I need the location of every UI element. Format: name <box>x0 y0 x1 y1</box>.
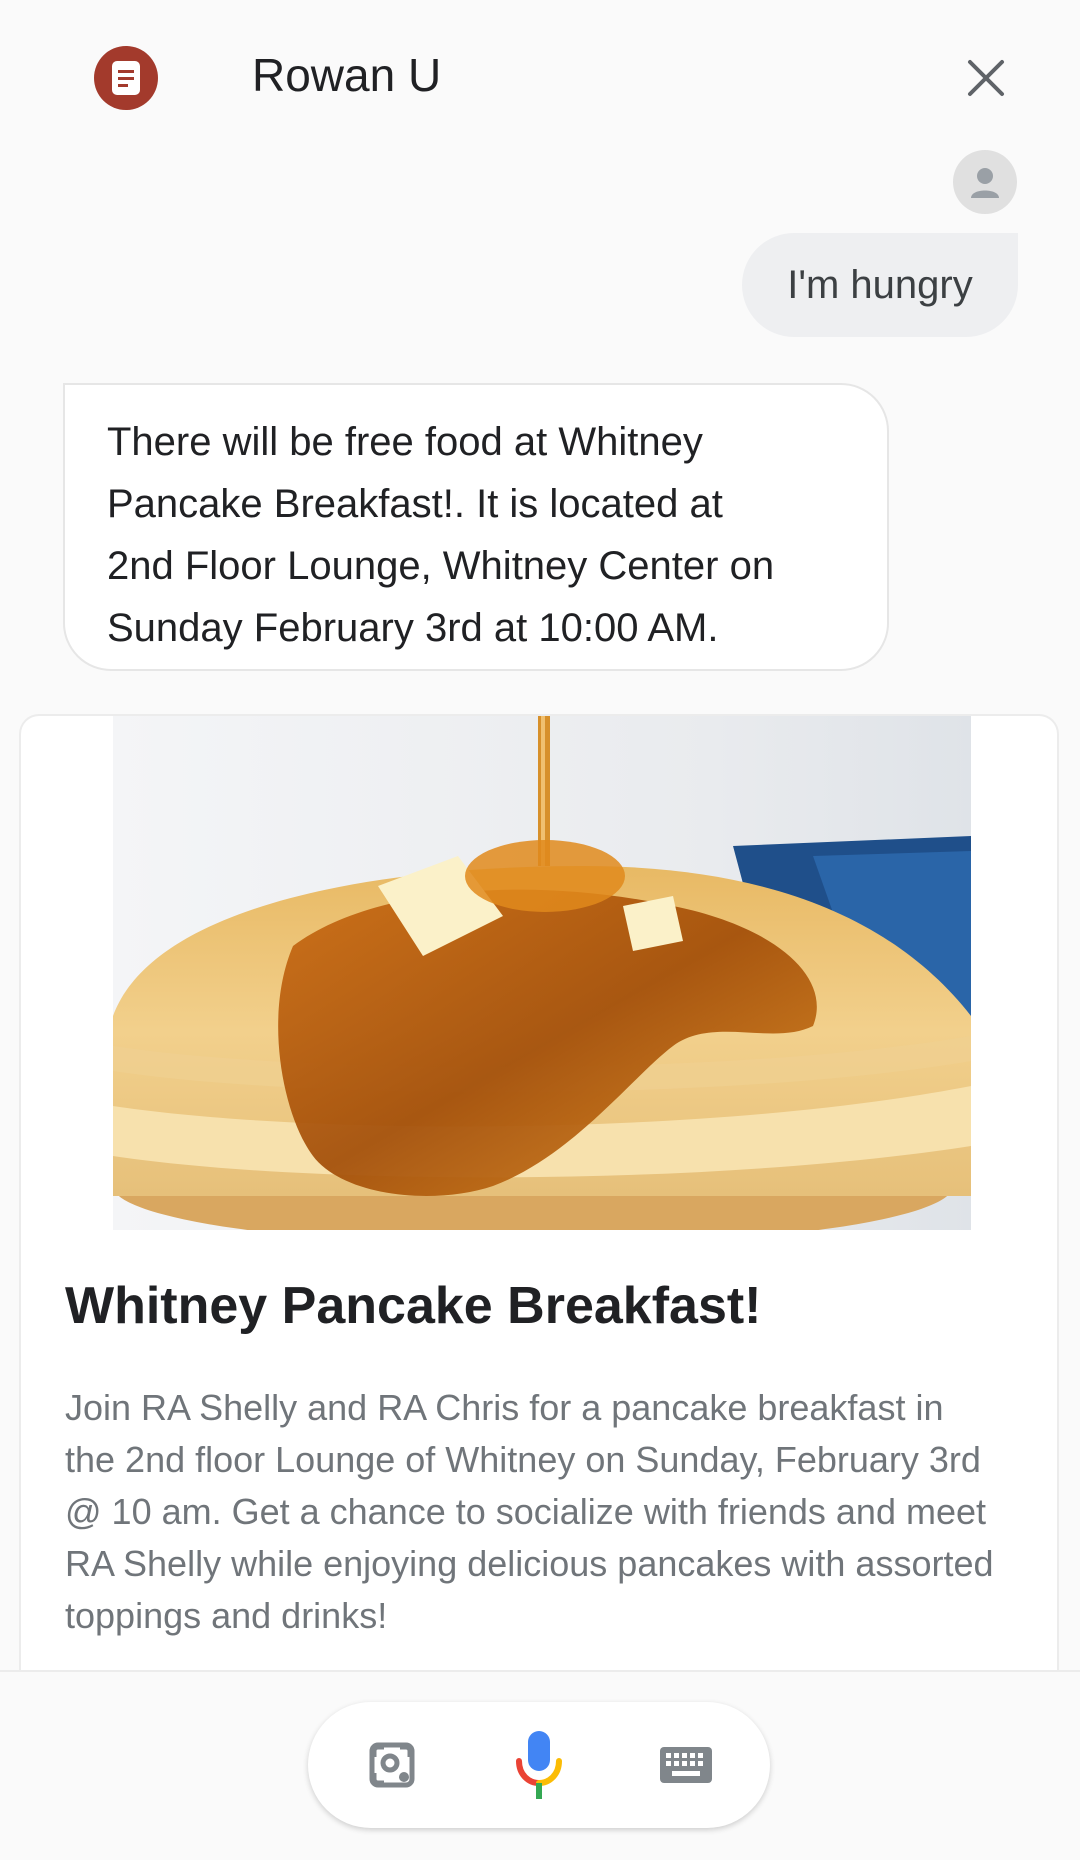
pancake-image <box>113 716 971 1230</box>
assistant-response-line: There will be free food at Whitney <box>107 420 703 464</box>
assistant-response-line: Sunday February 3rd at 10:00 AM. <box>107 606 719 650</box>
microphone-icon <box>516 1731 562 1799</box>
event-description-line: Join RA Shelly and RA Chris for a pancak… <box>65 1387 944 1428</box>
event-description: Join RA Shelly and RA Chris for a pancak… <box>65 1382 1025 1642</box>
keyboard-button[interactable] <box>648 1727 724 1803</box>
event-description-line: RA Shelly while enjoying delicious panca… <box>65 1543 994 1584</box>
lens-icon <box>369 1742 415 1788</box>
person-icon <box>971 168 999 198</box>
event-card[interactable]: Whitney Pancake Breakfast! Join RA Shell… <box>19 714 1059 1714</box>
assistant-header: Rowan U <box>0 0 1080 150</box>
user-message-bubble: I'm hungry <box>742 233 1018 337</box>
input-pill <box>308 1702 770 1828</box>
event-description-line: the 2nd floor Lounge of Whitney on Sunda… <box>65 1439 981 1480</box>
close-icon <box>968 60 1004 96</box>
user-avatar <box>953 150 1017 214</box>
assistant-response-line: Pancake Breakfast!. It is located at <box>107 482 723 526</box>
keyboard-icon <box>660 1747 712 1783</box>
user-message-text: I'm hungry <box>787 262 973 307</box>
microphone-button[interactable] <box>501 1727 577 1803</box>
input-bar <box>0 1670 1080 1860</box>
lens-button[interactable] <box>354 1727 430 1803</box>
event-description-line: @ 10 am. Get a chance to socialize with … <box>65 1491 987 1532</box>
assistant-response-bubble: There will be free food at Whitney Panca… <box>63 383 889 671</box>
assistant-response-line: 2nd Floor Lounge, Whitney Center on <box>107 544 775 588</box>
event-title: Whitney Pancake Breakfast! <box>65 1277 762 1335</box>
close-button[interactable] <box>958 50 1014 106</box>
event-description-line: toppings and drinks! <box>65 1595 388 1636</box>
notepad-icon[interactable] <box>94 46 158 110</box>
app-title: Rowan U <box>252 49 442 101</box>
